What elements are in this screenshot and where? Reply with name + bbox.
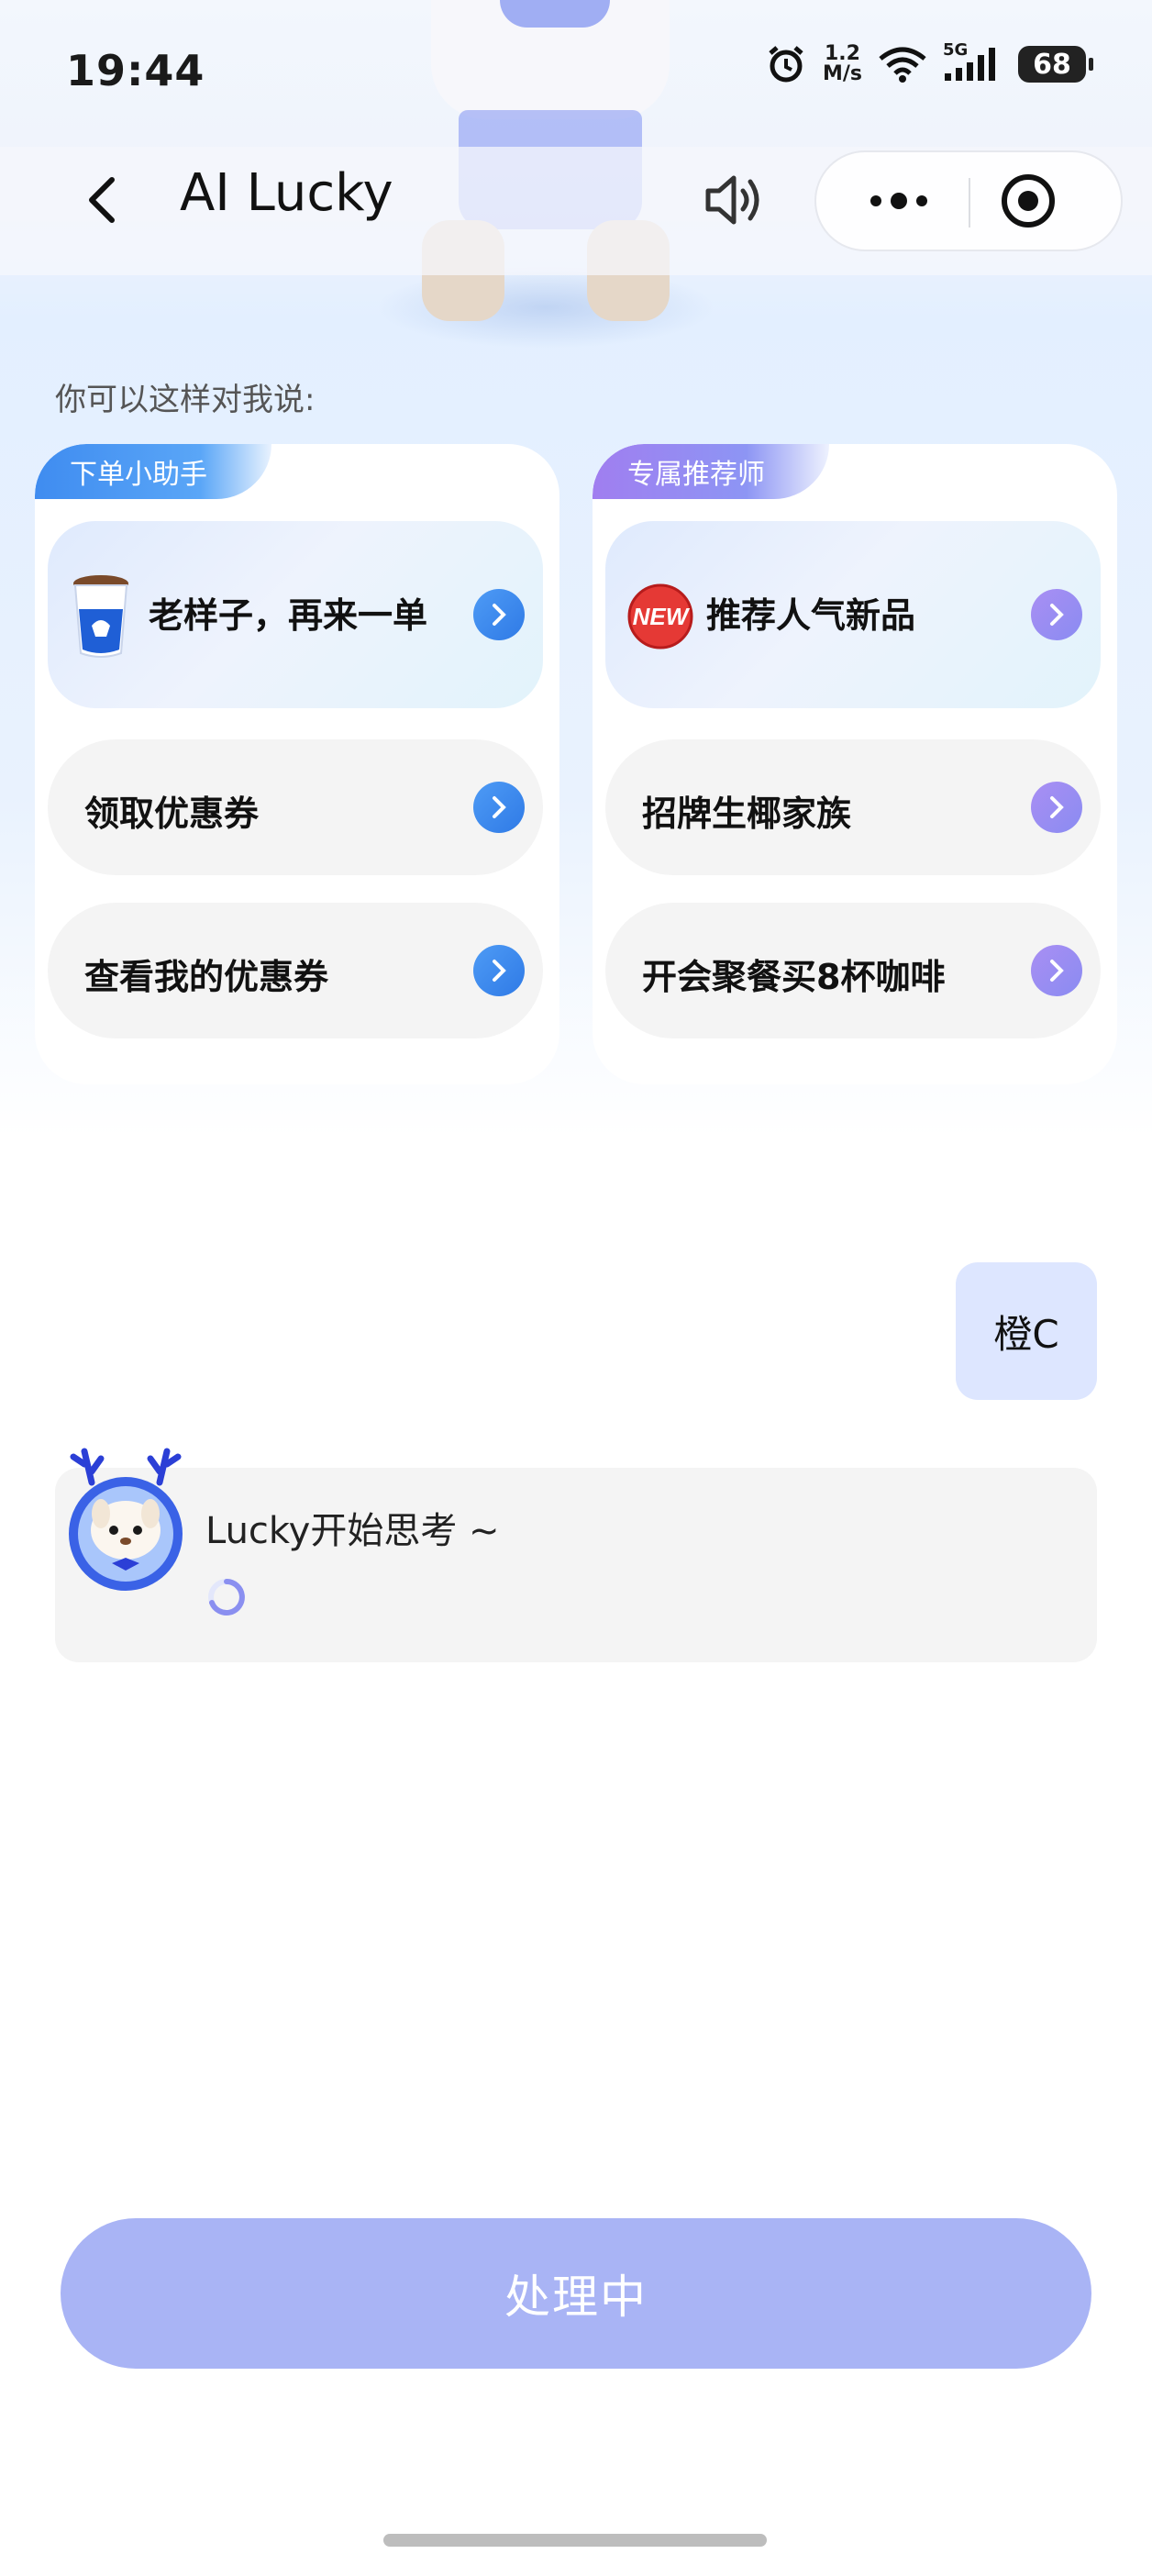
sound-button[interactable] — [697, 163, 770, 237]
loading-spinner-icon — [208, 1579, 245, 1616]
chevron-right-icon[interactable] — [473, 589, 525, 640]
suggestion-claim-coupon[interactable]: 领取优惠券 — [48, 739, 543, 875]
option-label: 开会聚餐买8杯咖啡 — [642, 957, 946, 997]
alarm-icon — [766, 44, 806, 84]
target-close-icon — [1002, 174, 1055, 228]
user-message-bubble: 橙C — [956, 1262, 1097, 1400]
chevron-left-icon — [89, 177, 115, 223]
option-label: 领取优惠券 — [84, 794, 260, 834]
network-speed-unit: M/s — [822, 62, 862, 85]
processing-button[interactable]: 处理中 — [61, 2218, 1091, 2369]
card-tag: 下单小助手 — [35, 444, 271, 499]
chevron-right-icon[interactable] — [1031, 945, 1082, 996]
bot-message-bubble — [55, 1468, 1097, 1662]
mini-program-capsule — [814, 150, 1123, 251]
new-badge-icon: NEW — [627, 583, 693, 650]
chevron-right-icon[interactable] — [1031, 782, 1082, 833]
coffee-cup-icon — [73, 575, 128, 658]
network-speed-value: 1.2 — [824, 42, 860, 65]
featured-suggestion-new-products[interactable]: NEW 推荐人气新品 — [605, 521, 1101, 708]
bot-avatar — [69, 1448, 183, 1591]
close-mini-program-button[interactable] — [996, 169, 1060, 233]
back-button[interactable] — [59, 156, 147, 244]
svg-text:NEW: NEW — [633, 603, 691, 630]
more-dot-icon — [870, 195, 881, 206]
status-bar: 19:44 1.2 M/s 5G 68 — [0, 0, 1152, 147]
home-indicator[interactable] — [383, 2534, 767, 2547]
status-time: 19:44 — [66, 46, 205, 95]
suggestion-group-coffee-order[interactable]: 开会聚餐买8杯咖啡 — [605, 903, 1101, 1038]
option-label: 查看我的优惠券 — [84, 957, 329, 997]
wifi-icon — [879, 46, 926, 83]
more-dot-icon — [916, 195, 927, 206]
chevron-right-icon[interactable] — [1031, 589, 1082, 640]
chevron-right-icon[interactable] — [473, 945, 525, 996]
featured-suggestion-reorder[interactable]: 老样子，再来一单 — [48, 521, 543, 708]
page-title: AI Lucky — [180, 163, 393, 223]
suggestion-view-coupons[interactable]: 查看我的优惠券 — [48, 903, 543, 1038]
signal-icon: 5G — [943, 40, 1002, 83]
chevron-right-icon[interactable] — [473, 782, 525, 833]
network-speed: 1.2 M/s — [823, 44, 862, 84]
bot-thinking-text: Lucky开始思考 ~ — [205, 1510, 500, 1552]
featured-label: 推荐人气新品 — [706, 595, 916, 636]
card-tag: 专属推荐师 — [593, 444, 829, 499]
battery-icon: 68 — [1018, 46, 1093, 83]
suggestion-hint: 你可以这样对我说: — [55, 382, 316, 418]
capsule-divider — [969, 178, 970, 228]
featured-label: 老样子，再来一单 — [149, 595, 428, 636]
suggestion-coconut-family[interactable]: 招牌生椰家族 — [605, 739, 1101, 875]
more-dot-icon — [891, 193, 907, 209]
order-assistant-card: 下单小助手 老样子，再来一单 领取优惠券 查看我的优惠券 — [35, 444, 559, 1084]
network-type-label: 5G — [943, 40, 969, 60]
status-icons: 1.2 M/s 5G 68 — [766, 40, 1093, 84]
recommender-card: 专属推荐师 NEW 推荐人气新品 招牌生椰家族 开会聚餐买8杯咖啡 — [593, 444, 1117, 1084]
speaker-icon — [705, 175, 759, 225]
option-label: 招牌生椰家族 — [642, 794, 852, 834]
more-button[interactable] — [835, 152, 963, 250]
